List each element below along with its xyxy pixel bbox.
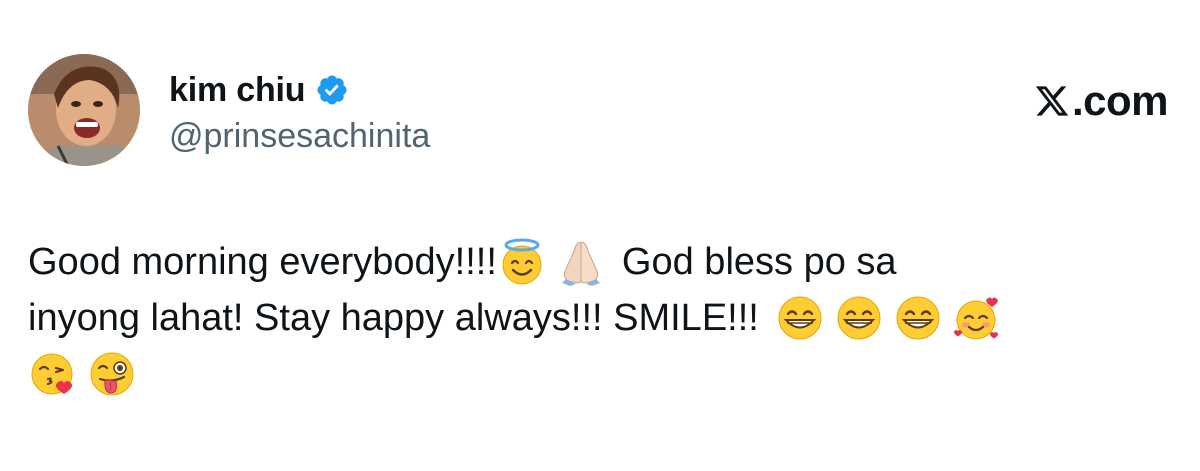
smiling-face-with-hearts-icon — [952, 293, 1002, 343]
tweet-line-1: Good morning everybody!!!! God bless po … — [28, 234, 1168, 290]
winking-face-with-tongue-icon — [87, 349, 137, 399]
tweet-line-3 — [28, 346, 1168, 402]
tweet-text-segment: God bless po sa — [621, 241, 897, 283]
tweet-text: Good morning everybody!!!! God bless po … — [28, 234, 1168, 402]
author-name-row: kim chiu — [169, 68, 349, 112]
face-blowing-a-kiss-icon — [28, 349, 78, 399]
folded-hands-icon — [556, 237, 606, 287]
smiling-face-with-halo-icon — [497, 237, 547, 287]
brand-watermark: .com — [1034, 76, 1169, 126]
tweet-text-segment: Good morning everybody!!!! — [28, 241, 497, 283]
author-handle[interactable]: @prinsesachinita — [169, 114, 430, 158]
author-display-name[interactable]: kim chiu — [169, 68, 306, 112]
avatar[interactable] — [28, 54, 140, 166]
tweet-line-2: inyong lahat! Stay happy always!!! SMILE… — [28, 290, 1168, 346]
brand-label: .com — [1071, 77, 1169, 124]
grinning-face-with-smiling-eyes-icon — [893, 293, 943, 343]
grinning-face-with-smiling-eyes-icon — [775, 293, 825, 343]
profile-photo — [28, 54, 140, 166]
x-logo-icon — [1035, 86, 1069, 116]
verified-badge-icon — [317, 75, 347, 105]
tweet-text-segment: inyong lahat! Stay happy always!!! SMILE… — [28, 297, 759, 339]
grinning-face-with-smiling-eyes-icon — [834, 293, 884, 343]
tweet-header: kim chiu @prinsesachinita .com — [28, 54, 1169, 174]
